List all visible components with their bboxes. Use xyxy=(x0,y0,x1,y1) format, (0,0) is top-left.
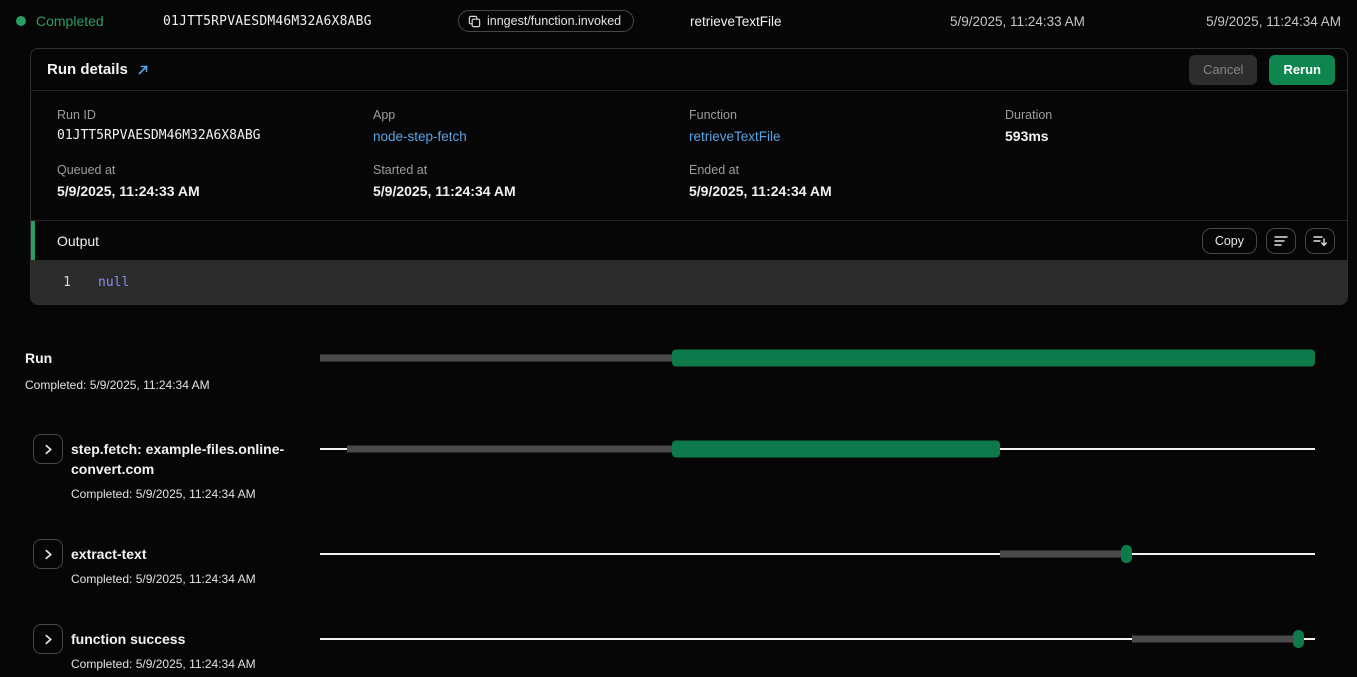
timeline-step-track xyxy=(320,630,1315,648)
rerun-button[interactable]: Rerun xyxy=(1269,55,1335,85)
run-timeline: Run Completed: 5/9/2025, 11:24:34 AM ste… xyxy=(0,348,1357,672)
field-value: 5/9/2025, 11:24:34 AM xyxy=(689,183,1005,199)
started-time-cell: 5/9/2025, 11:24:34 AM xyxy=(1190,14,1341,29)
field-function: Function retrieveTextFile xyxy=(689,108,1005,144)
external-link-icon[interactable] xyxy=(137,64,149,76)
timeline-step-completed: Completed: 5/9/2025, 11:24:34 AM xyxy=(71,486,320,502)
timeline-step-label: extract-text xyxy=(71,544,320,564)
status-label: Completed xyxy=(36,13,104,29)
timeline-segment-bar[interactable] xyxy=(672,350,1315,367)
queued-time-cell: 5/9/2025, 11:24:33 AM xyxy=(950,14,1190,29)
function-link[interactable]: retrieveTextFile xyxy=(689,129,781,144)
timeline-segment-line xyxy=(320,638,1132,640)
timeline-segment-queue xyxy=(1132,636,1293,643)
field-label: Run ID xyxy=(57,108,373,122)
copy-event-icon xyxy=(468,15,481,28)
timeline-segment-line xyxy=(320,448,347,450)
expand-step-button[interactable] xyxy=(33,434,63,464)
timeline-segment-queue xyxy=(320,355,672,362)
field-label: Started at xyxy=(373,163,689,177)
field-queued-at: Queued at 5/9/2025, 11:24:33 AM xyxy=(57,163,373,199)
output-title: Output xyxy=(57,233,99,249)
timeline-segment-bar[interactable] xyxy=(672,441,999,458)
timeline-run-track xyxy=(320,349,1315,367)
field-ended-at: Ended at 5/9/2025, 11:24:34 AM xyxy=(689,163,1005,199)
timeline-step-label: step.fetch: example-files.online-convert… xyxy=(71,439,320,479)
app-link[interactable]: node-step-fetch xyxy=(373,129,467,144)
field-label: Function xyxy=(689,108,1005,122)
function-name-cell: retrieveTextFile xyxy=(690,14,950,29)
field-label: Ended at xyxy=(689,163,1005,177)
field-duration: Duration 593ms xyxy=(1005,108,1321,144)
timeline-segment-queue xyxy=(347,446,672,453)
field-started-at: Started at 5/9/2025, 11:24:34 AM xyxy=(373,163,689,199)
timeline-step-track xyxy=(320,545,1315,563)
run-summary-row: Completed 01JTT5RPVAESDM46M32A6X8ABG inn… xyxy=(0,0,1357,42)
timeline-step-row: function success Completed: 5/9/2025, 11… xyxy=(25,624,1315,672)
timeline-segment-line xyxy=(1304,638,1315,640)
expand-output-button[interactable] xyxy=(1305,228,1335,254)
expand-step-button[interactable] xyxy=(33,624,63,654)
output-header: Output Copy xyxy=(31,220,1347,260)
field-value: 5/9/2025, 11:24:33 AM xyxy=(57,183,373,199)
timeline-segment-queue xyxy=(1000,551,1121,558)
timeline-step-completed: Completed: 5/9/2025, 11:24:34 AM xyxy=(71,571,320,587)
panel-header: Run details Cancel Rerun xyxy=(31,49,1347,91)
panel-title: Run details xyxy=(47,61,128,78)
timeline-step-label: function success xyxy=(71,629,320,649)
field-run-id: Run ID 01JTT5RPVAESDM46M32A6X8ABG xyxy=(57,108,373,144)
output-code-value: null xyxy=(98,275,129,290)
status-dot-icon xyxy=(16,16,26,26)
timeline-run-row: Run Completed: 5/9/2025, 11:24:34 AM xyxy=(25,348,1315,393)
copy-output-button[interactable]: Copy xyxy=(1202,228,1257,254)
timeline-step-row: extract-text Completed: 5/9/2025, 11:24:… xyxy=(25,539,1315,587)
event-badge[interactable]: inngest/function.invoked xyxy=(458,10,634,32)
timeline-segment-dot[interactable] xyxy=(1293,630,1304,648)
run-metadata-grid: Run ID 01JTT5RPVAESDM46M32A6X8ABG App no… xyxy=(31,91,1347,220)
timeline-segment-line xyxy=(320,553,1000,555)
timeline-run-completed: Completed: 5/9/2025, 11:24:34 AM xyxy=(25,377,320,393)
cancel-button[interactable]: Cancel xyxy=(1189,55,1257,85)
chevron-right-icon xyxy=(44,444,53,455)
line-number: 1 xyxy=(31,275,71,290)
status-cell: Completed xyxy=(16,13,163,29)
field-app: App node-step-fetch xyxy=(373,108,689,144)
output-status-accent xyxy=(31,221,35,260)
timeline-segment-line xyxy=(1132,553,1315,555)
event-badge-label: inngest/function.invoked xyxy=(487,14,621,28)
timeline-run-label: Run xyxy=(25,348,320,368)
field-value: 01JTT5RPVAESDM46M32A6X8ABG xyxy=(57,128,373,143)
field-label: Duration xyxy=(1005,108,1321,122)
wrap-text-button[interactable] xyxy=(1266,228,1296,254)
timeline-step-completed: Completed: 5/9/2025, 11:24:34 AM xyxy=(71,656,320,672)
timeline-step-track xyxy=(320,440,1315,458)
chevron-right-icon xyxy=(44,549,53,560)
field-label: App xyxy=(373,108,689,122)
expand-step-button[interactable] xyxy=(33,539,63,569)
run-id-cell: 01JTT5RPVAESDM46M32A6X8ABG xyxy=(163,14,458,29)
chevron-right-icon xyxy=(44,634,53,645)
field-value: 5/9/2025, 11:24:34 AM xyxy=(373,183,689,199)
timeline-step-row: step.fetch: example-files.online-convert… xyxy=(25,434,1315,502)
output-code-editor[interactable]: 1 null xyxy=(31,260,1347,304)
field-label: Queued at xyxy=(57,163,373,177)
timeline-segment-line xyxy=(1000,448,1315,450)
field-value: 593ms xyxy=(1005,128,1321,144)
timeline-segment-dot[interactable] xyxy=(1121,545,1132,563)
run-details-panel: Run details Cancel Rerun Run ID 01JTT5RP… xyxy=(30,48,1348,305)
